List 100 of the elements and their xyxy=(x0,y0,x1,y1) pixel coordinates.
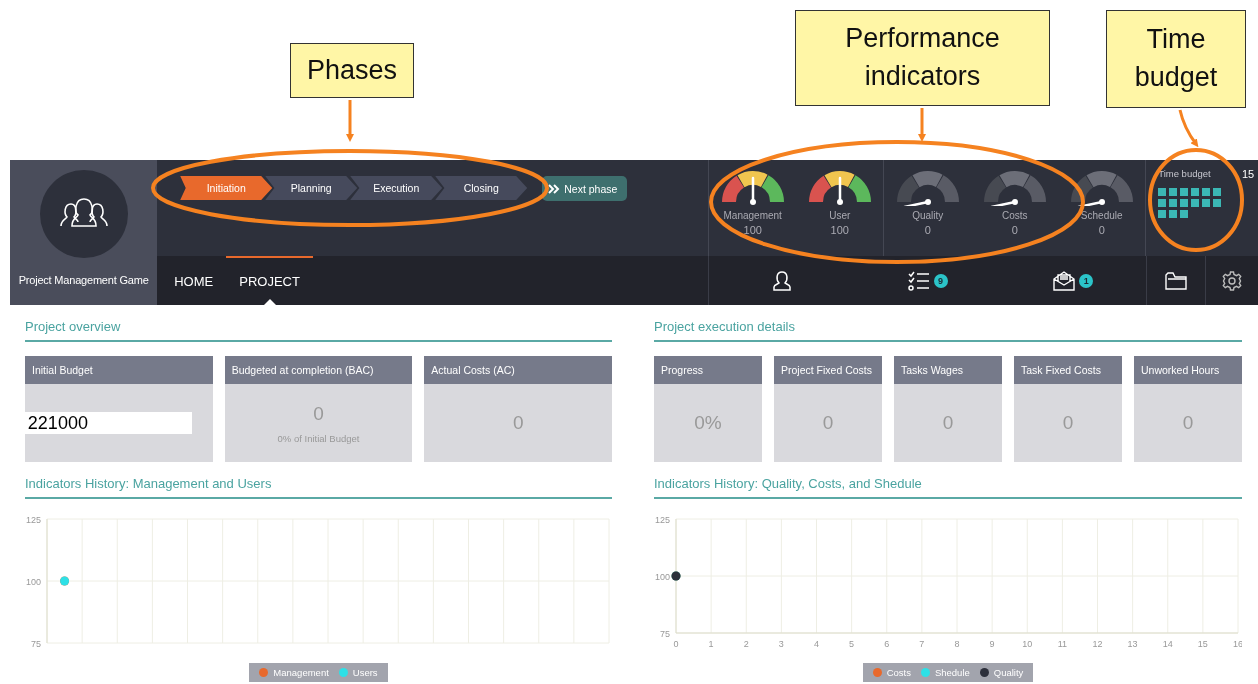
time-unit-square xyxy=(1191,199,1200,207)
time-unit-square xyxy=(1169,188,1178,196)
callout-arrow xyxy=(1178,109,1199,148)
checklist-icon[interactable] xyxy=(907,270,930,291)
indicator-label: User xyxy=(829,210,851,221)
indicator-label: Costs xyxy=(1001,210,1028,221)
legend-label: Management xyxy=(273,667,329,678)
axis-label: 8 xyxy=(954,639,960,649)
legend-label: Users xyxy=(352,667,378,678)
axis-label: 2 xyxy=(743,639,749,649)
callout-label: Phases xyxy=(290,43,414,98)
axis-label: 12 xyxy=(1092,639,1103,649)
axis-label: 9 xyxy=(989,639,995,649)
time-unit-square xyxy=(1180,199,1189,207)
card-value: 0 xyxy=(313,402,324,425)
folder-icon[interactable] xyxy=(1165,271,1187,290)
card-title: Project Fixed Costs xyxy=(774,356,882,384)
axis-label: 1 xyxy=(708,639,714,649)
gauge-needle xyxy=(1077,199,1105,206)
section-title: Project execution details xyxy=(654,319,1242,342)
card-value: 0 xyxy=(1062,412,1074,434)
indicator-label: Quality xyxy=(912,210,944,221)
indicator-value: 0 xyxy=(1098,224,1105,236)
card-value: 0 xyxy=(942,412,954,434)
nav-tab[interactable]: PROJECT xyxy=(226,256,313,305)
count-badge: 1 xyxy=(1079,273,1094,288)
axis-label: 16 xyxy=(1233,639,1242,649)
axis-label: 125 xyxy=(654,514,670,525)
time-budget-label: Time budget xyxy=(1158,168,1211,180)
time-unit-square xyxy=(1202,199,1211,207)
time-unit-square xyxy=(1158,199,1167,207)
callout-arrow xyxy=(918,108,926,142)
budget-input-field[interactable]: 221000 xyxy=(23,412,192,434)
axis-label: 75 xyxy=(30,638,41,649)
time-unit-square xyxy=(1158,188,1167,196)
time-unit-square xyxy=(1180,188,1189,196)
time-unit-square xyxy=(1191,188,1200,196)
gauge-needle xyxy=(749,176,756,205)
axis-label: 15 xyxy=(1197,639,1208,649)
time-unit-square xyxy=(1158,210,1167,218)
card-title: Tasks Wages xyxy=(894,356,1002,384)
axis-label: 14 xyxy=(1162,639,1173,649)
settings-icon[interactable] xyxy=(1222,270,1242,291)
legend-label: Shedule xyxy=(934,667,970,678)
card-title: Progress xyxy=(654,356,762,384)
time-unit-square xyxy=(1213,199,1222,207)
person-icon[interactable] xyxy=(773,270,791,291)
axis-label: 5 xyxy=(849,639,855,649)
double-chevron-icon xyxy=(548,183,561,194)
callout-label: Time budget xyxy=(1106,10,1246,108)
section-title: Project overview xyxy=(25,319,612,342)
indicator-label: Management xyxy=(723,210,782,221)
card-note: 0% of Initial Budget xyxy=(277,432,360,444)
axis-label: 0 xyxy=(673,639,679,649)
axis-label: 100 xyxy=(25,576,41,587)
card-title: Actual Costs (AC) xyxy=(424,356,612,384)
card-value: 0% xyxy=(694,412,722,434)
axis-label: 13 xyxy=(1127,639,1138,649)
gauge-needle xyxy=(990,199,1018,206)
count-badge: 9 xyxy=(933,273,948,288)
phase-tab[interactable]: Closing xyxy=(435,176,528,200)
phase-tab[interactable]: Planning xyxy=(265,176,358,200)
time-unit-square xyxy=(1202,188,1211,196)
card-value: 0 xyxy=(512,412,524,434)
indicator-label: Schedule xyxy=(1080,210,1123,221)
time-unit-square xyxy=(1169,210,1178,218)
axis-label: 100 xyxy=(654,571,670,582)
nav-tab[interactable]: HOME xyxy=(161,256,227,305)
axis-label: 7 xyxy=(919,639,925,649)
time-unit-square xyxy=(1180,210,1189,218)
gauge-needle xyxy=(836,176,843,205)
axis-label: 10 xyxy=(1022,639,1033,649)
section-title: Indicators History: Management and Users xyxy=(25,476,612,499)
indicator-value: 100 xyxy=(743,224,762,236)
time-budget-count: 15 xyxy=(1241,168,1255,180)
axis-label: 125 xyxy=(25,514,41,525)
axis-label: 6 xyxy=(884,639,890,649)
callout-label: Performance indicators xyxy=(795,10,1050,106)
callout-arrow xyxy=(346,100,354,142)
app-title: Project Management Game xyxy=(18,274,149,286)
time-unit-square xyxy=(1169,199,1178,207)
phase-tab[interactable]: Execution xyxy=(350,176,443,200)
section-title: Indicators History: Quality, Costs, and Shedule xyxy=(654,476,1242,499)
legend-label: Quality xyxy=(993,667,1024,678)
legend-label: Costs xyxy=(886,667,911,678)
card-title: Task Fixed Costs xyxy=(1014,356,1122,384)
card-value: 0 xyxy=(822,412,834,434)
envelope-icon[interactable] xyxy=(1053,270,1076,291)
axis-label: 3 xyxy=(778,639,784,649)
card-title: Initial Budget xyxy=(25,356,213,384)
axis-label: 75 xyxy=(660,628,670,639)
card-title: Budgeted at completion (BAC) xyxy=(224,356,413,384)
card-value: 0 xyxy=(1182,412,1194,434)
axis-label: 11 xyxy=(1057,639,1068,649)
time-unit-square xyxy=(1213,188,1222,196)
gauge-needle xyxy=(903,199,931,206)
axis-label: 4 xyxy=(814,639,819,649)
indicator-value: 0 xyxy=(1011,224,1018,236)
next-phase-button[interactable]: Next phase xyxy=(542,176,628,201)
indicator-value: 0 xyxy=(924,224,931,236)
